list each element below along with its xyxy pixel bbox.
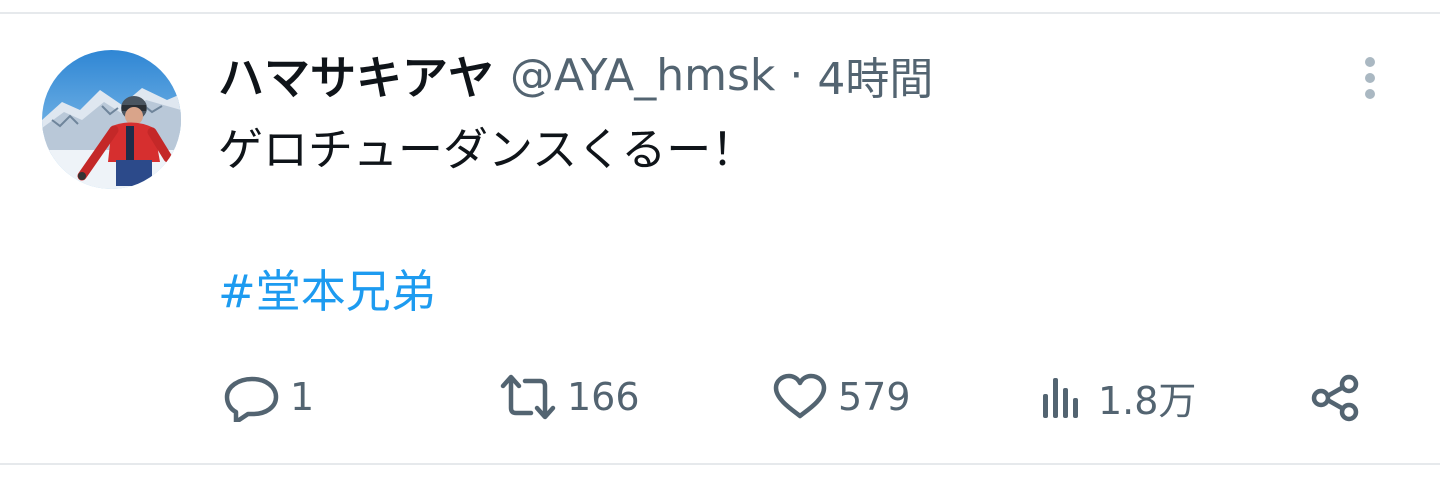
tweet-header: ハマサキアヤ @AYA_hmsk · 4時間 [218,40,933,110]
share-icon [1311,374,1359,422]
retweet-count: 166 [567,375,640,419]
hashtag-link[interactable]: #堂本兄弟 [218,262,436,322]
avatar[interactable] [42,50,181,189]
views-button[interactable]: 1.8万 [1038,362,1196,432]
like-count: 579 [838,375,911,419]
user-handle[interactable]: @AYA_hmsk [510,50,775,101]
header-separator: · [789,49,804,101]
timestamp[interactable]: 4時間 [817,43,933,107]
more-vertical-icon [1365,57,1375,99]
divider-bottom [0,463,1440,465]
share-button[interactable] [1306,362,1366,432]
views-count: 1.8万 [1098,378,1197,423]
reply-button[interactable]: 1 [222,362,314,432]
retweet-button[interactable]: 166 [497,362,640,432]
heart-icon [773,373,827,419]
reply-count: 1 [290,375,315,419]
display-name[interactable]: ハマサキアヤ [218,42,494,108]
reply-icon [224,376,279,422]
tweet-actions: 1 166 579 1.8万 [0,362,1440,432]
avatar-image [42,50,181,189]
more-options-button[interactable] [1348,52,1392,104]
retweet-icon [500,374,556,420]
views-icon [1043,378,1078,418]
tweet[interactable]: ハマサキアヤ @AYA_hmsk · 4時間 ゲロチューダンスくるー！ #堂本兄… [0,0,1440,477]
like-button[interactable]: 579 [770,362,911,432]
tweet-text: ゲロチューダンスくるー！ [218,123,757,176]
divider-top [0,12,1440,14]
